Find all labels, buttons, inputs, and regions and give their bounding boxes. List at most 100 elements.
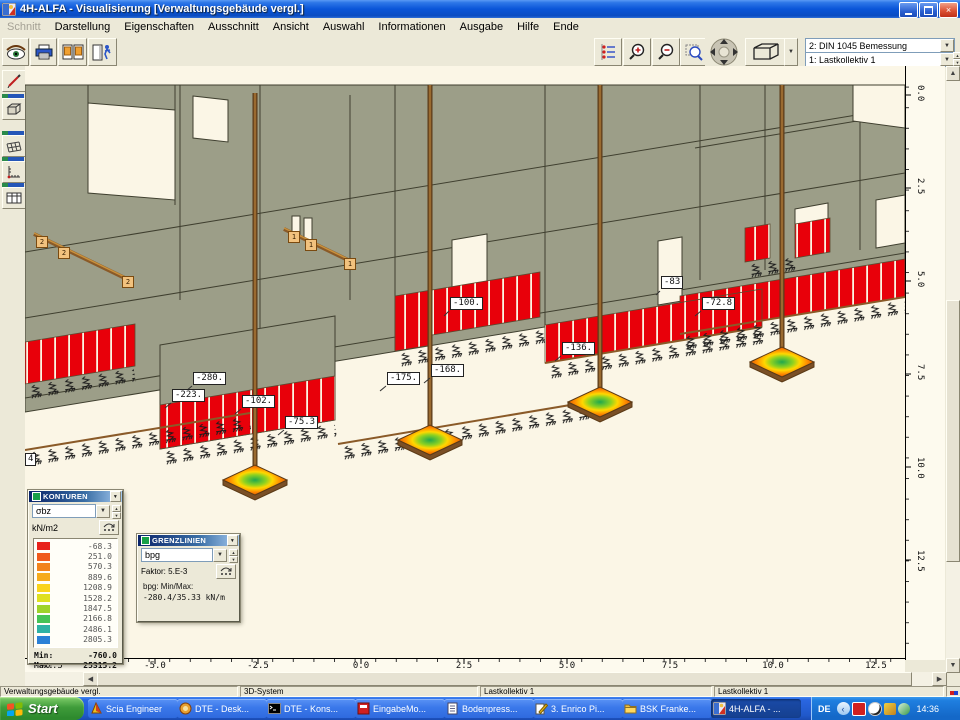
taskbar-item-bsk-folder[interactable]: BSK Franke... bbox=[622, 699, 712, 718]
taskbar-item-dte-desk[interactable]: DTE - Desk... bbox=[177, 699, 267, 718]
left-tool-column bbox=[0, 66, 25, 686]
vertical-scrollbar[interactable]: ▲ ▼ bbox=[946, 66, 960, 672]
app-icon bbox=[2, 3, 16, 16]
3d-box-tool-button[interactable] bbox=[2, 98, 26, 120]
view-3d-dropdown[interactable]: ▼ bbox=[784, 38, 798, 66]
spin-up-icon: ▲ bbox=[953, 52, 960, 59]
scroll-right-icon[interactable]: ▶ bbox=[932, 672, 947, 686]
exit-door-icon bbox=[92, 44, 114, 61]
menu-darstellung[interactable]: Darstellung bbox=[48, 20, 118, 34]
ruler-tick-label: -5.0 bbox=[140, 661, 170, 671]
beam-tag: 1 bbox=[305, 239, 317, 251]
pan-button[interactable] bbox=[705, 37, 743, 67]
language-indicator[interactable]: DE bbox=[818, 704, 831, 714]
display-list-button[interactable] bbox=[594, 38, 622, 66]
tray-icon-shield[interactable] bbox=[898, 703, 910, 715]
horizontal-scrollbar[interactable]: ◀ ▶ bbox=[25, 672, 946, 686]
spin-down-icon: ▼ bbox=[953, 59, 960, 66]
pressure-label: -168. bbox=[431, 364, 464, 377]
taskbar-item-4h-alfa[interactable]: 4H-ALFA - ... bbox=[711, 699, 801, 718]
taskbar-item-dte-kons[interactable]: DTE - Kons... bbox=[266, 699, 356, 718]
pages-button[interactable] bbox=[58, 38, 87, 66]
menu-ansicht[interactable]: Ansicht bbox=[266, 20, 316, 34]
menu-ausschnitt[interactable]: Ausschnitt bbox=[201, 20, 266, 34]
load-collective-spinner[interactable]: ▲▼ bbox=[953, 52, 960, 65]
konturen-apply-button[interactable] bbox=[99, 520, 119, 535]
window-title: 4H-ALFA - Visualisierung [Verwaltungsgeb… bbox=[20, 3, 304, 15]
taskbar-item-enrico[interactable]: 3. Enrico Pi... bbox=[533, 699, 623, 718]
horizontal-scroll-thumb[interactable] bbox=[97, 672, 912, 686]
konturen-panel-titlebar[interactable]: KONTUREN ▼ bbox=[29, 491, 122, 502]
axes-tool-button[interactable] bbox=[2, 161, 26, 183]
title-bar[interactable]: 4H-ALFA - Visualisierung [Verwaltungsgeb… bbox=[0, 0, 960, 18]
ruler-tick-label: 12.5 bbox=[861, 661, 891, 671]
task-label: DTE - Desk... bbox=[195, 704, 249, 714]
zoom-out-button[interactable] bbox=[652, 38, 680, 66]
grenzlinien-apply-button[interactable] bbox=[216, 564, 236, 579]
zoom-window-button[interactable] bbox=[680, 38, 708, 66]
scia-icon bbox=[90, 702, 103, 715]
load-collective-combo[interactable]: 1: Lastkollektiv 1 ▼ bbox=[805, 52, 955, 67]
tray-icon-panda[interactable] bbox=[868, 702, 882, 716]
scale-value: 2166.8 bbox=[50, 614, 115, 623]
konturen-unit: kN/m2 bbox=[32, 523, 58, 533]
taskbar-item-scia[interactable]: Scia Engineer bbox=[88, 699, 178, 718]
taskbar: Start Scia Engineer DTE - Desk... DTE - … bbox=[0, 697, 960, 720]
konturen-spinner[interactable]: ▲▼ bbox=[112, 505, 121, 518]
vertical-scroll-thumb[interactable] bbox=[946, 300, 960, 562]
menu-eigenschaften[interactable]: Eigenschaften bbox=[117, 20, 201, 34]
design-code-combo[interactable]: 2: DIN 1045 Bemessung ▼ bbox=[805, 38, 955, 53]
menu-ausgabe[interactable]: Ausgabe bbox=[453, 20, 510, 34]
redline-tool-button[interactable] bbox=[2, 70, 26, 92]
status-project: Verwaltungsgebäude vergl. bbox=[0, 686, 238, 697]
menu-auswahl[interactable]: Auswahl bbox=[316, 20, 372, 34]
chevron-down-icon[interactable]: ▼ bbox=[96, 505, 110, 518]
print-button[interactable] bbox=[30, 38, 57, 66]
menu-schnitt[interactable]: Schnitt bbox=[0, 20, 48, 34]
grenzlinien-panel-titlebar[interactable]: GRENZLINIEN ▼ bbox=[138, 535, 239, 546]
view-button[interactable] bbox=[2, 38, 29, 66]
menu-ende[interactable]: Ende bbox=[546, 20, 586, 34]
grenzlinien-combo[interactable]: bpg bbox=[141, 548, 213, 562]
menu-hilfe[interactable]: Hilfe bbox=[510, 20, 546, 34]
scale-value: 889.6 bbox=[50, 573, 115, 582]
minimize-button[interactable] bbox=[899, 2, 918, 18]
node-label: 4 bbox=[25, 453, 36, 466]
zoom-window-icon bbox=[685, 43, 703, 61]
chevron-down-icon[interactable]: ▼ bbox=[213, 549, 227, 562]
task-label: 4H-ALFA - ... bbox=[729, 704, 781, 714]
tray-icon-brush[interactable] bbox=[884, 703, 896, 715]
tray-icon-red[interactable] bbox=[852, 702, 866, 716]
start-button[interactable]: Start bbox=[0, 697, 84, 720]
panel-collapse-icon[interactable]: ▼ bbox=[110, 491, 121, 502]
konturen-combo[interactable]: σbz bbox=[32, 504, 96, 518]
menu-informationen[interactable]: Informationen bbox=[371, 20, 452, 34]
panel-collapse-icon[interactable]: ▼ bbox=[227, 535, 238, 546]
toolbar: ▼ 2: DIN 1045 Bemessung ▼ 1: Lastkollekt… bbox=[0, 36, 960, 67]
mesh-tool-button[interactable] bbox=[2, 135, 26, 157]
restore-button[interactable] bbox=[919, 2, 938, 18]
scroll-down-icon[interactable]: ▼ bbox=[946, 658, 960, 673]
zoom-in-button[interactable] bbox=[623, 38, 651, 66]
scroll-up-icon[interactable]: ▲ bbox=[946, 66, 960, 81]
pressure-label: -75.3 bbox=[285, 416, 318, 429]
box-3d-icon bbox=[6, 102, 22, 116]
scroll-left-icon[interactable]: ◀ bbox=[83, 672, 98, 686]
taskbar-item-bodenpress[interactable]: Bodenpress... bbox=[444, 699, 534, 718]
ruler-tick-label: 2.5 bbox=[915, 178, 925, 194]
table-tool-button[interactable] bbox=[2, 187, 26, 209]
pen-icon bbox=[7, 74, 21, 88]
exit-button[interactable] bbox=[88, 38, 117, 66]
close-button[interactable]: × bbox=[939, 2, 958, 18]
grenzlinien-panel: GRENZLINIEN ▼ bpg ▼ ▲▼ Faktor: 5.E-3 bpg… bbox=[137, 534, 240, 622]
min-value: -760.0 bbox=[88, 651, 117, 660]
scale-value: 2805.3 bbox=[50, 635, 115, 644]
taskbar-item-eingabemo[interactable]: EingabeMo... bbox=[355, 699, 445, 718]
refresh-icon bbox=[220, 567, 232, 576]
clock: 14:36 bbox=[917, 704, 940, 714]
grenzlinien-spinner[interactable]: ▲▼ bbox=[229, 549, 238, 562]
hide-icons-chevron[interactable]: ‹ bbox=[837, 702, 850, 715]
view-3d-button[interactable] bbox=[745, 38, 785, 66]
chevron-down-icon[interactable]: ▼ bbox=[940, 53, 954, 66]
chevron-down-icon[interactable]: ▼ bbox=[940, 39, 954, 52]
